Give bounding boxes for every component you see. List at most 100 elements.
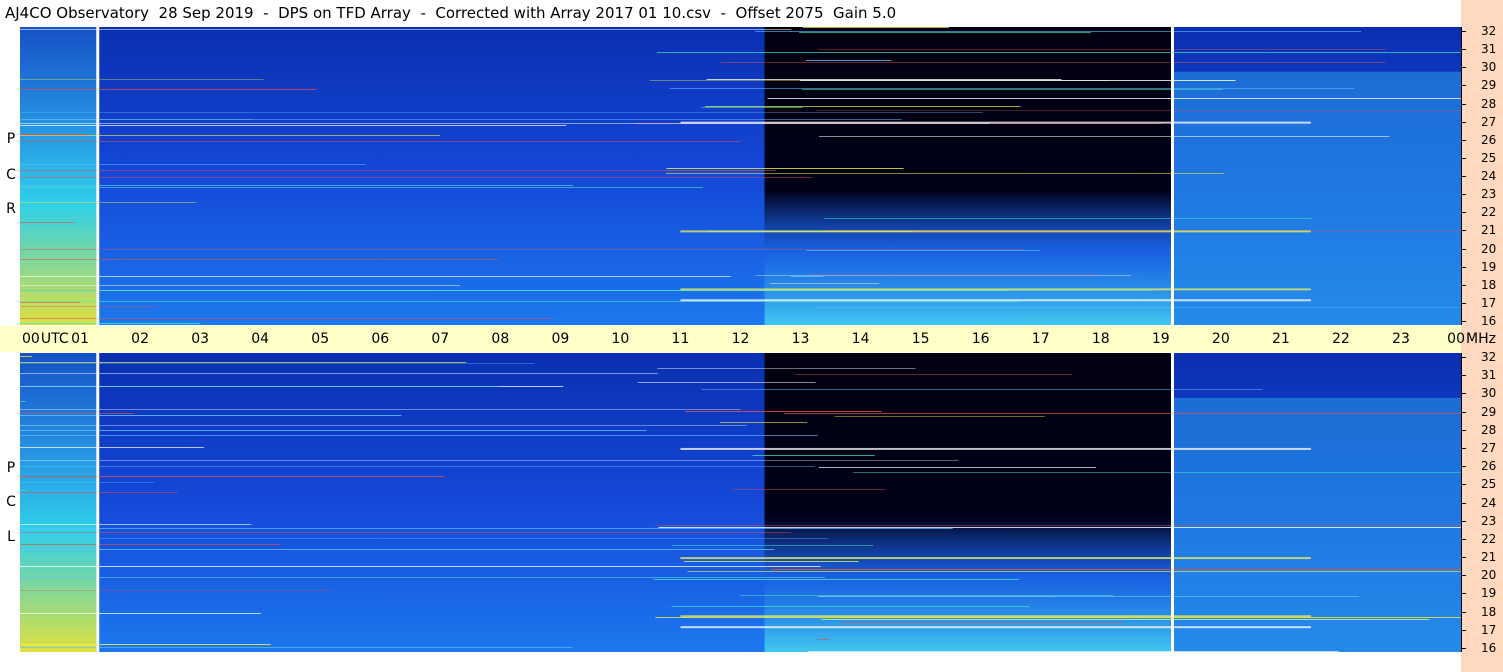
- interference-line: [20, 566, 821, 567]
- frequency-tick-label: 24: [1481, 169, 1497, 183]
- frequency-tick: [1461, 357, 1466, 358]
- interference-line: [658, 527, 1461, 528]
- frequency-tick: [1461, 520, 1466, 522]
- frequency-tick: [1461, 302, 1466, 304]
- interference-line: [20, 185, 573, 186]
- frequency-tick: [1461, 393, 1466, 395]
- interference-line: [20, 362, 467, 363]
- interference-line: [20, 259, 499, 260]
- frequency-tick-label: 26: [1481, 459, 1497, 474]
- night-noise-region: [20, 353, 97, 652]
- interference-line: [685, 411, 882, 412]
- rcp-spectrogram-svg: [20, 27, 1461, 325]
- frequency-tick: [1461, 121, 1466, 123]
- interference-line: [20, 549, 775, 550]
- interference-line: [20, 112, 983, 113]
- utc-tick-label: 19: [1151, 331, 1170, 347]
- interference-line: [20, 538, 829, 539]
- frequency-tick: [1461, 648, 1466, 649]
- interference-line: [20, 323, 200, 324]
- utc-tick-label: 12: [731, 331, 750, 347]
- frequency-tick: [1461, 49, 1466, 51]
- interference-line: [666, 168, 904, 169]
- interference-line: [799, 32, 1091, 33]
- utc-tick-label: 16: [971, 331, 990, 347]
- frequency-tick-label: 24: [1481, 495, 1497, 510]
- interference-line: [20, 644, 271, 645]
- frequency-tick: [1461, 538, 1466, 540]
- interference-line: [20, 125, 567, 126]
- interference-line: [672, 545, 874, 546]
- frequency-tick-label: 16: [1481, 641, 1497, 655]
- frequency-tick: [1461, 67, 1466, 69]
- interference-line: [20, 613, 261, 614]
- interference-line: [20, 482, 155, 483]
- interference-line: [20, 524, 252, 525]
- frequency-tick: [1461, 230, 1466, 232]
- interference-line: [755, 275, 1131, 276]
- interference-line: [815, 110, 1461, 111]
- interference-line: [20, 476, 445, 477]
- frequency-tick-label: 20: [1481, 568, 1497, 583]
- frequency-tick-label: 29: [1481, 404, 1497, 419]
- interference-line: [20, 590, 333, 591]
- interference-line: [790, 276, 824, 277]
- frequency-tick-label: 27: [1481, 114, 1497, 129]
- utc-tick-label: 03: [191, 331, 210, 347]
- interference-line: [818, 49, 1386, 50]
- frequency-tick-label: 17: [1481, 622, 1497, 637]
- utc-tick-label: 07: [431, 331, 450, 347]
- interference-line: [719, 422, 808, 423]
- frequency-tick: [1461, 194, 1466, 196]
- frequency-tick: [1461, 139, 1466, 141]
- frequency-tick: [1461, 484, 1466, 486]
- utc-tick-label: 22: [1331, 331, 1350, 347]
- utc-tick-label: 14: [851, 331, 870, 347]
- utc-tick-label: 15: [911, 331, 930, 347]
- time-marker-line: [1170, 353, 1174, 652]
- evening-region: [1170, 397, 1461, 652]
- frequency-tick-label: 32: [1481, 350, 1497, 364]
- interference-line: [840, 622, 1125, 623]
- frequency-tick: [1461, 557, 1466, 559]
- utc-axis-label: UTC: [40, 331, 69, 347]
- interference-line: [701, 389, 1263, 390]
- frequency-tick-label: 25: [1481, 477, 1497, 492]
- utc-tick-label: 00: [1447, 331, 1465, 347]
- utc-tick-label: 13: [791, 331, 810, 347]
- interference-line: [671, 606, 1030, 607]
- interference-band: [680, 557, 1311, 560]
- frequency-tick-label: 18: [1481, 277, 1497, 292]
- frequency-tick: [1461, 176, 1466, 177]
- utc-tick-label: 08: [491, 331, 510, 347]
- interference-band: [680, 626, 1311, 629]
- interference-line: [657, 368, 916, 369]
- frequency-tick-label: 28: [1481, 96, 1497, 111]
- frequency-tick: [1461, 248, 1466, 250]
- interference-line: [665, 173, 1225, 174]
- interference-line: [806, 250, 1040, 251]
- frequency-tick-label: 32: [1481, 24, 1497, 38]
- frequency-tick-label: 30: [1481, 60, 1497, 75]
- frequency-tick: [1461, 103, 1466, 105]
- frequency-tick-label: 21: [1481, 223, 1497, 238]
- interference-line: [20, 164, 366, 165]
- utc-tick-label: 10: [611, 331, 630, 347]
- frequency-tick-label: 19: [1481, 259, 1497, 274]
- interference-band: [680, 230, 1311, 233]
- lcp-spectrogram-svg: [20, 353, 1461, 652]
- frequency-tick-label: 30: [1481, 386, 1497, 401]
- utc-tick-label: 05: [311, 331, 330, 347]
- interference-line: [834, 416, 1045, 417]
- daytime-dark-region: [764, 353, 1171, 652]
- utc-tick-label: 21: [1271, 331, 1290, 347]
- interference-band: [680, 299, 1311, 302]
- time-marker-line: [96, 353, 100, 652]
- utc-tick-label: 18: [1091, 331, 1110, 347]
- frequency-tick-label: 16: [1481, 314, 1497, 328]
- interference-line: [20, 532, 792, 533]
- interference-line: [802, 27, 949, 28]
- interference-line: [20, 306, 158, 307]
- frequency-tick: [1461, 31, 1466, 32]
- frequency-tick: [1461, 429, 1466, 431]
